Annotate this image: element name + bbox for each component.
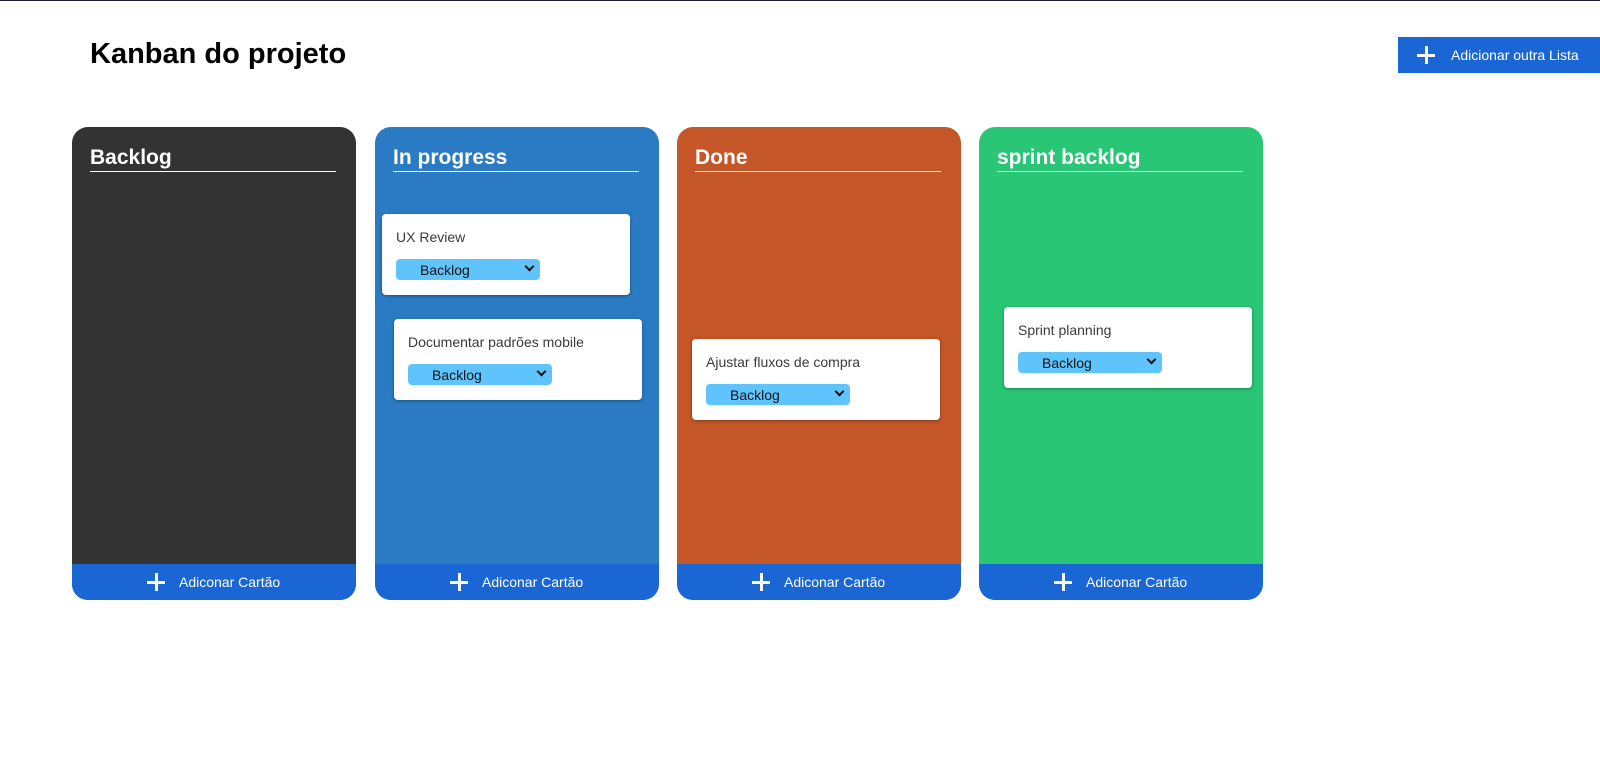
card-text: UX Review xyxy=(396,229,466,245)
chevron-down-icon xyxy=(536,366,547,377)
add-list-button[interactable]: Adicionar outra Lista xyxy=(1398,37,1600,73)
page-title: Kanban do projeto xyxy=(90,38,347,70)
status-select-value: Backlog xyxy=(1042,355,1092,371)
plus-icon xyxy=(752,573,770,591)
status-select-value: Backlog xyxy=(420,262,470,278)
add-card-button[interactable]: Adiconar Cartão xyxy=(677,564,961,600)
plus-icon xyxy=(1054,573,1072,591)
card[interactable]: UX Review Backlog xyxy=(382,214,630,295)
card[interactable]: Sprint planning Backlog xyxy=(1004,307,1252,388)
column-title: Done xyxy=(695,145,941,172)
card-text: Ajustar fluxos de compra xyxy=(706,354,861,370)
status-select[interactable]: Backlog xyxy=(706,384,850,405)
card-text: Documentar padrões mobile xyxy=(408,334,584,350)
status-select-value: Backlog xyxy=(432,367,482,383)
card[interactable]: Documentar padrões mobile Backlog xyxy=(394,319,642,400)
chevron-down-icon xyxy=(834,386,845,397)
column-title: sprint backlog xyxy=(997,145,1243,172)
add-card-label: Adiconar Cartão xyxy=(784,574,886,590)
top-border xyxy=(0,0,1600,1)
add-list-label: Adicionar outra Lista xyxy=(1451,47,1579,63)
status-select[interactable]: Backlog xyxy=(1018,352,1162,373)
card-text: Sprint planning xyxy=(1018,322,1112,338)
status-select[interactable]: Backlog xyxy=(408,364,552,385)
column-backlog: Backlog Adiconar Cartão xyxy=(72,127,356,600)
status-select-value: Backlog xyxy=(730,387,780,403)
card[interactable]: Ajustar fluxos de compra Backlog xyxy=(692,339,940,420)
plus-icon xyxy=(147,573,165,591)
add-card-button[interactable]: Adiconar Cartão xyxy=(375,564,659,600)
add-card-label: Adiconar Cartão xyxy=(179,574,281,590)
add-card-label: Adiconar Cartão xyxy=(482,574,584,590)
column-title: Backlog xyxy=(90,145,336,172)
plus-icon xyxy=(1417,46,1435,64)
column-in-progress: In progress UX Review Backlog Documentar… xyxy=(375,127,659,600)
column-sprint-backlog: sprint backlog Sprint planning Backlog A… xyxy=(979,127,1263,600)
plus-icon xyxy=(450,573,468,591)
chevron-down-icon xyxy=(1146,354,1157,365)
add-card-button[interactable]: Adiconar Cartão xyxy=(72,564,356,600)
column-done: Done Ajustar fluxos de compra Backlog Ad… xyxy=(677,127,961,600)
column-title: In progress xyxy=(393,145,639,172)
add-card-label: Adiconar Cartão xyxy=(1086,574,1188,590)
chevron-down-icon xyxy=(524,261,535,272)
status-select[interactable]: Backlog xyxy=(396,259,540,280)
add-card-button[interactable]: Adiconar Cartão xyxy=(979,564,1263,600)
